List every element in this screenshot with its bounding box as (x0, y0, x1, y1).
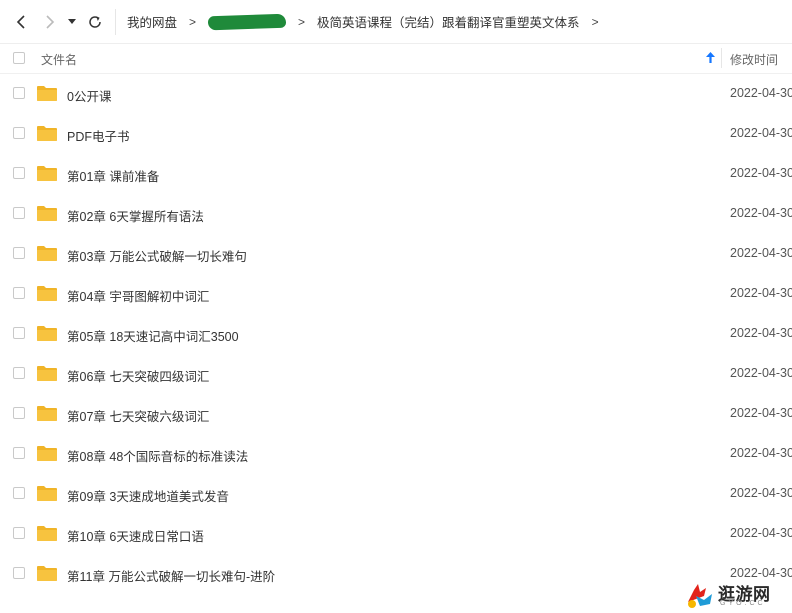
file-row[interactable]: 第08章 48个国际音标的标准读法 2022-04-30 (0, 433, 792, 473)
file-row[interactable]: 第02章 6天掌握所有语法 2022-04-30 (0, 193, 792, 233)
dropdown-icon (68, 19, 76, 24)
file-modified-date: 2022-04-30 (730, 126, 792, 140)
file-row[interactable]: 第11章 万能公式破解一切长难句-进阶 2022-04-30 (0, 553, 792, 593)
folder-icon (37, 486, 57, 501)
breadcrumb: 我的网盘 > > 极简英语课程（完结）跟着翻译官重塑英文体系 > (127, 0, 611, 43)
row-checkbox[interactable] (13, 367, 25, 379)
file-row[interactable]: 第05章 18天速记高中词汇3500 2022-04-30 (0, 313, 792, 353)
file-name[interactable]: 0公开课 (67, 86, 111, 105)
row-checkbox[interactable] (13, 487, 25, 499)
file-name[interactable]: 第10章 6天速成日常口语 (67, 526, 204, 545)
file-modified-date: 2022-04-30 (730, 246, 792, 260)
folder-icon (37, 166, 57, 181)
row-checkbox[interactable] (13, 447, 25, 459)
breadcrumb-item[interactable]: 极简英语课程（完结）跟着翻译官重塑英文体系 (317, 12, 580, 31)
fox-logo-icon (688, 584, 712, 608)
back-button[interactable] (11, 11, 31, 33)
file-row[interactable]: 第07章 七天突破六级词汇 2022-04-30 (0, 393, 792, 433)
row-checkbox[interactable] (13, 527, 25, 539)
folder-icon (37, 366, 57, 381)
file-row[interactable]: PDF电子书 2022-04-30 (0, 113, 792, 153)
row-checkbox[interactable] (13, 87, 25, 99)
select-all-checkbox[interactable] (13, 52, 25, 64)
file-row[interactable]: 第04章 宇哥图解初中词汇 2022-04-30 (0, 273, 792, 313)
file-name[interactable]: 第05章 18天速记高中词汇3500 (67, 326, 239, 345)
breadcrumb-separator: > (591, 14, 599, 29)
watermark-logo: 逛游网 GYO.CC (682, 578, 792, 613)
row-checkbox[interactable] (13, 287, 25, 299)
breadcrumb-separator: > (189, 14, 197, 29)
toolbar: 我的网盘 > > 极简英语课程（完结）跟着翻译官重塑英文体系 > (0, 0, 792, 44)
file-modified-date: 2022-04-30 (730, 206, 792, 220)
column-divider[interactable] (721, 48, 722, 68)
file-modified-date: 2022-04-30 (730, 486, 792, 500)
file-row[interactable]: 第09章 3天速成地道美式发音 2022-04-30 (0, 473, 792, 513)
file-list: 0公开课 2022-04-30 PDF电子书 2022-04-30 第01章 课前准备 2… (0, 73, 792, 593)
breadcrumb-separator: > (298, 14, 306, 29)
file-row[interactable]: 第03章 万能公式破解一切长难句 2022-04-30 (0, 233, 792, 273)
toolbar-divider (115, 9, 116, 35)
folder-icon (37, 446, 57, 461)
folder-icon (37, 246, 57, 261)
column-header-name[interactable]: 文件名 (41, 51, 77, 68)
breadcrumb-item-redacted[interactable] (207, 13, 287, 30)
file-name[interactable]: 第09章 3天速成地道美式发音 (67, 486, 229, 505)
file-row[interactable]: 第01章 课前准备 2022-04-30 (0, 153, 792, 193)
breadcrumb-item[interactable]: 我的网盘 (127, 12, 177, 31)
watermark-subtext: GYO.CC (720, 600, 766, 607)
folder-icon (37, 326, 57, 341)
file-modified-date: 2022-04-30 (730, 286, 792, 300)
row-checkbox[interactable] (13, 127, 25, 139)
folder-icon (37, 406, 57, 421)
file-modified-date: 2022-04-30 (730, 526, 792, 540)
row-checkbox[interactable] (13, 407, 25, 419)
refresh-icon (89, 16, 101, 28)
history-dropdown-button[interactable] (65, 11, 79, 33)
folder-icon (37, 566, 57, 581)
file-name[interactable]: 第08章 48个国际音标的标准读法 (67, 446, 248, 465)
file-modified-date: 2022-04-30 (730, 86, 792, 100)
file-name[interactable]: PDF电子书 (67, 126, 130, 145)
file-list-header: 文件名 修改时间 (0, 43, 792, 74)
row-checkbox[interactable] (13, 327, 25, 339)
folder-icon (37, 206, 57, 221)
folder-icon (37, 286, 57, 301)
file-modified-date: 2022-04-30 (730, 406, 792, 420)
row-checkbox[interactable] (13, 207, 25, 219)
back-icon (16, 15, 25, 29)
file-name[interactable]: 第03章 万能公式破解一切长难句 (67, 246, 247, 265)
file-name[interactable]: 第01章 课前准备 (67, 166, 159, 185)
forward-button[interactable] (40, 11, 60, 33)
file-name[interactable]: 第02章 6天掌握所有语法 (67, 206, 204, 225)
row-checkbox[interactable] (13, 247, 25, 259)
folder-icon (37, 86, 57, 101)
folder-icon (37, 126, 57, 141)
column-header-modified-time[interactable]: 修改时间 (730, 51, 778, 68)
file-modified-date: 2022-04-30 (730, 446, 792, 460)
file-modified-date: 2022-04-30 (730, 366, 792, 380)
file-name[interactable]: 第11章 万能公式破解一切长难句-进阶 (67, 566, 275, 585)
file-row[interactable]: 0公开课 2022-04-30 (0, 73, 792, 113)
row-checkbox[interactable] (13, 567, 25, 579)
file-name[interactable]: 第04章 宇哥图解初中词汇 (67, 286, 209, 305)
file-name[interactable]: 第06章 七天突破四级词汇 (67, 366, 209, 385)
file-row[interactable]: 第10章 6天速成日常口语 2022-04-30 (0, 513, 792, 553)
file-modified-date: 2022-04-30 (730, 326, 792, 340)
sort-up-icon[interactable] (706, 52, 715, 66)
file-row[interactable]: 第06章 七天突破四级词汇 2022-04-30 (0, 353, 792, 393)
file-modified-date: 2022-04-30 (730, 166, 792, 180)
folder-icon (37, 526, 57, 541)
file-name[interactable]: 第07章 七天突破六级词汇 (67, 406, 209, 425)
row-checkbox[interactable] (13, 167, 25, 179)
forward-icon (46, 15, 55, 29)
refresh-button[interactable] (85, 11, 105, 33)
